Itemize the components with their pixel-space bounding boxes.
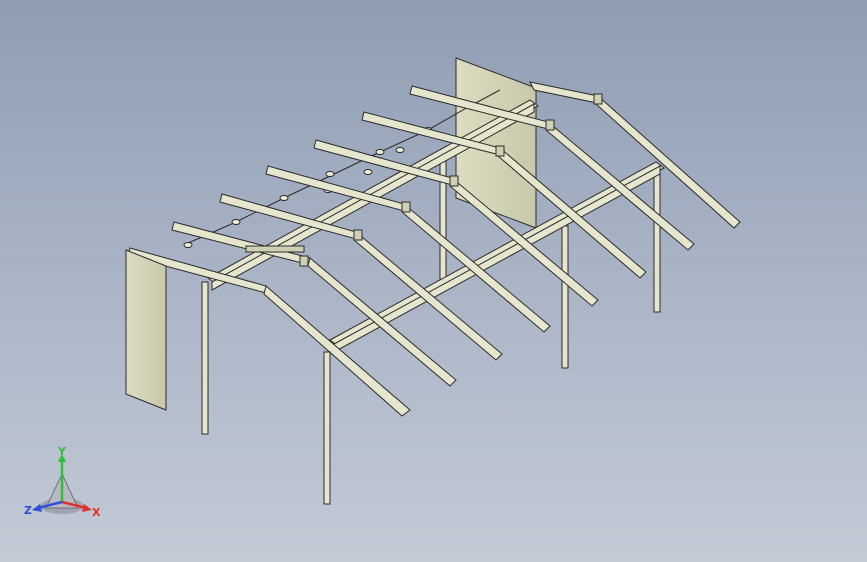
y-axis-label: Y (57, 446, 67, 458)
view-orientation-triad[interactable]: Y X Z (22, 446, 108, 522)
z-axis-label: Z (24, 504, 32, 517)
greenhouse-frame-model[interactable] (0, 0, 867, 562)
post-back-right (653, 171, 661, 313)
post-front-right (323, 351, 331, 505)
rafter-1 (529, 81, 603, 105)
post-front-left (201, 281, 209, 435)
x-axis-label: X (92, 506, 101, 519)
front-posts (201, 281, 331, 505)
post-back-mid (561, 225, 569, 369)
graphics-viewport[interactable]: Y X Z (0, 0, 867, 562)
front-end-panel (125, 249, 167, 411)
post-back-left (439, 149, 447, 281)
rafters (127, 81, 741, 417)
